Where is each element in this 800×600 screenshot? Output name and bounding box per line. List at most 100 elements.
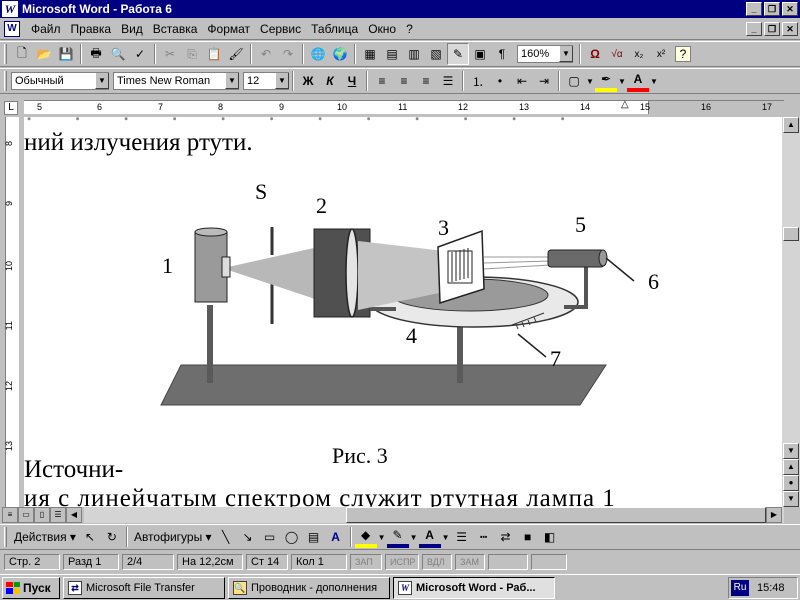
toolbar-grip[interactable] [4,527,7,547]
menu-edit[interactable]: Правка [66,22,117,36]
previous-page-button[interactable]: ▲ [783,459,799,475]
font-color-draw-icon[interactable]: A [418,526,441,548]
line-style-icon[interactable]: ☰ [451,526,473,548]
status-track-changes[interactable]: ИСПР [385,554,419,570]
menu-view[interactable]: Вид [116,22,148,36]
status-column[interactable]: Кол 1 [291,554,347,570]
3d-icon[interactable]: ◧ [539,526,561,548]
insert-table-icon[interactable]: ▤ [381,43,403,65]
arrow-style-icon[interactable]: ⇄ [495,526,517,548]
chevron-down-icon[interactable]: ▼ [649,70,659,92]
language-indicator[interactable]: Ru [731,580,749,596]
scroll-left-button[interactable]: ◀ [66,507,82,523]
spelling-icon[interactable]: ✓ [129,43,151,65]
scroll-right-button[interactable]: ▶ [766,507,782,523]
status-position[interactable]: На 12,2см [177,554,243,570]
chevron-down-icon[interactable]: ▼ [441,526,451,548]
doc-restore-button[interactable]: ❐ [764,22,780,36]
vertical-scrollbar[interactable]: ▲ ▼ ▲ ● ▼ [782,117,800,507]
numbering-icon[interactable]: ⒈ [467,70,489,92]
autoshapes-menu[interactable]: Автофигуры ▾ [131,526,215,548]
normal-view-button[interactable]: ≡ [2,507,18,523]
browse-object-button[interactable]: ● [783,475,799,491]
chevron-down-icon[interactable]: ▼ [585,70,595,92]
web-view-button[interactable]: ▭ [18,507,34,523]
scroll-thumb[interactable] [783,227,799,241]
tab-stop-selector[interactable]: L [4,101,18,115]
actions-menu[interactable]: Действия ▾ [11,526,79,548]
tables-borders-icon[interactable]: ▦ [359,43,381,65]
chevron-down-icon[interactable]: ▼ [559,46,573,62]
status-overtype[interactable]: ЗАМ [455,554,485,570]
borders-icon[interactable]: ▢ [563,70,585,92]
task-word[interactable]: W Microsoft Word - Раб... [393,576,555,599]
scroll-up-button[interactable]: ▲ [783,117,799,133]
horizontal-ruler[interactable]: L 5 6 7 8 9 10 11 12 13 14 15 16 17 △ [0,97,800,117]
align-center-icon[interactable]: ≡ [393,70,415,92]
select-objects-icon[interactable]: ↖ [79,526,101,548]
doc-minimize-button[interactable]: _ [746,22,762,36]
drawing-toggle-icon[interactable]: ✎ [447,43,469,65]
chevron-down-icon[interactable]: ▼ [409,526,419,548]
show-hide-marks-icon[interactable]: ¶ [491,43,513,65]
ruler-track[interactable]: 5 6 7 8 9 10 11 12 13 14 15 16 17 △ [24,99,800,114]
insert-symbol-icon[interactable]: Ω [584,43,606,65]
chevron-down-icon[interactable]: ▼ [225,73,239,89]
font-size-select[interactable]: 12 ▼ [243,72,289,90]
next-page-button[interactable]: ▼ [783,491,799,507]
menu-help[interactable]: ? [401,22,418,36]
toolbar-grip[interactable] [4,71,7,91]
highlight-icon[interactable]: ✒ [595,70,617,92]
bold-button[interactable]: Ж [297,70,319,92]
superscript-icon[interactable]: x² [650,43,672,65]
chevron-down-icon[interactable]: ▼ [275,73,289,89]
page-layout-view-button[interactable]: ▯ [34,507,50,523]
task-explorer[interactable]: 🔍 Проводник - дополнения [228,576,390,599]
web-toolbar-icon[interactable]: 🌍 [329,43,351,65]
rectangle-icon[interactable]: ▭ [259,526,281,548]
free-rotate-icon[interactable]: ↻ [101,526,123,548]
wordart-icon[interactable]: A [325,526,347,548]
dash-style-icon[interactable]: ┅ [473,526,495,548]
align-right-icon[interactable]: ≡ [415,70,437,92]
text-box-icon[interactable]: ▤ [303,526,325,548]
copy-icon[interactable]: ⎘ [181,43,203,65]
start-button[interactable]: Пуск [2,576,60,599]
oval-icon[interactable]: ◯ [281,526,303,548]
line-color-icon[interactable]: ✎ [386,526,409,548]
hyperlink-icon[interactable]: 🌐 [307,43,329,65]
line-icon[interactable]: ╲ [215,526,237,548]
scroll-down-button[interactable]: ▼ [783,443,799,459]
horizontal-scroll-thumb[interactable] [346,507,766,523]
cut-icon[interactable]: ✂ [159,43,181,65]
minimize-button[interactable]: _ [746,2,762,16]
close-button[interactable]: ✕ [782,2,798,16]
horizontal-scroll-track[interactable] [84,507,784,523]
paste-icon[interactable]: 📋 [203,43,225,65]
print-icon[interactable]: 🖶 [85,43,107,65]
underline-button[interactable]: Ч [341,70,363,92]
menu-file[interactable]: Файл [26,22,66,36]
clock[interactable]: 15:48 [757,582,785,594]
figure-apparatus[interactable]: 1 S 2 3 4 5 6 7 [24,117,782,507]
toolbar-grip[interactable] [4,44,7,64]
print-preview-icon[interactable]: 🔍 [107,43,129,65]
figure-caption[interactable]: Рис. 3 [332,443,388,469]
chevron-down-icon[interactable]: ▼ [95,73,109,89]
style-select[interactable]: Обычный ▼ [11,72,109,90]
status-section[interactable]: Разд 1 [63,554,119,570]
equation-icon[interactable]: √α [606,43,628,65]
decrease-indent-icon[interactable]: ⇤ [511,70,533,92]
align-left-icon[interactable]: ≡ [371,70,393,92]
chevron-down-icon[interactable]: ▼ [617,70,627,92]
new-document-icon[interactable]: 🗋 [11,43,33,65]
document-icon[interactable]: W [4,20,20,37]
chevron-down-icon[interactable]: ▼ [377,526,387,548]
document-map-icon[interactable]: ▣ [469,43,491,65]
insert-excel-icon[interactable]: ▥ [403,43,425,65]
format-painter-icon[interactable]: 🖌 [225,43,247,65]
restore-button[interactable]: ❐ [764,2,780,16]
status-page[interactable]: Стр. 2 [4,554,60,570]
document-text-line[interactable]: ия с линейчатым спектром служит ртутная … [24,485,616,507]
redo-icon[interactable]: ↷ [277,43,299,65]
